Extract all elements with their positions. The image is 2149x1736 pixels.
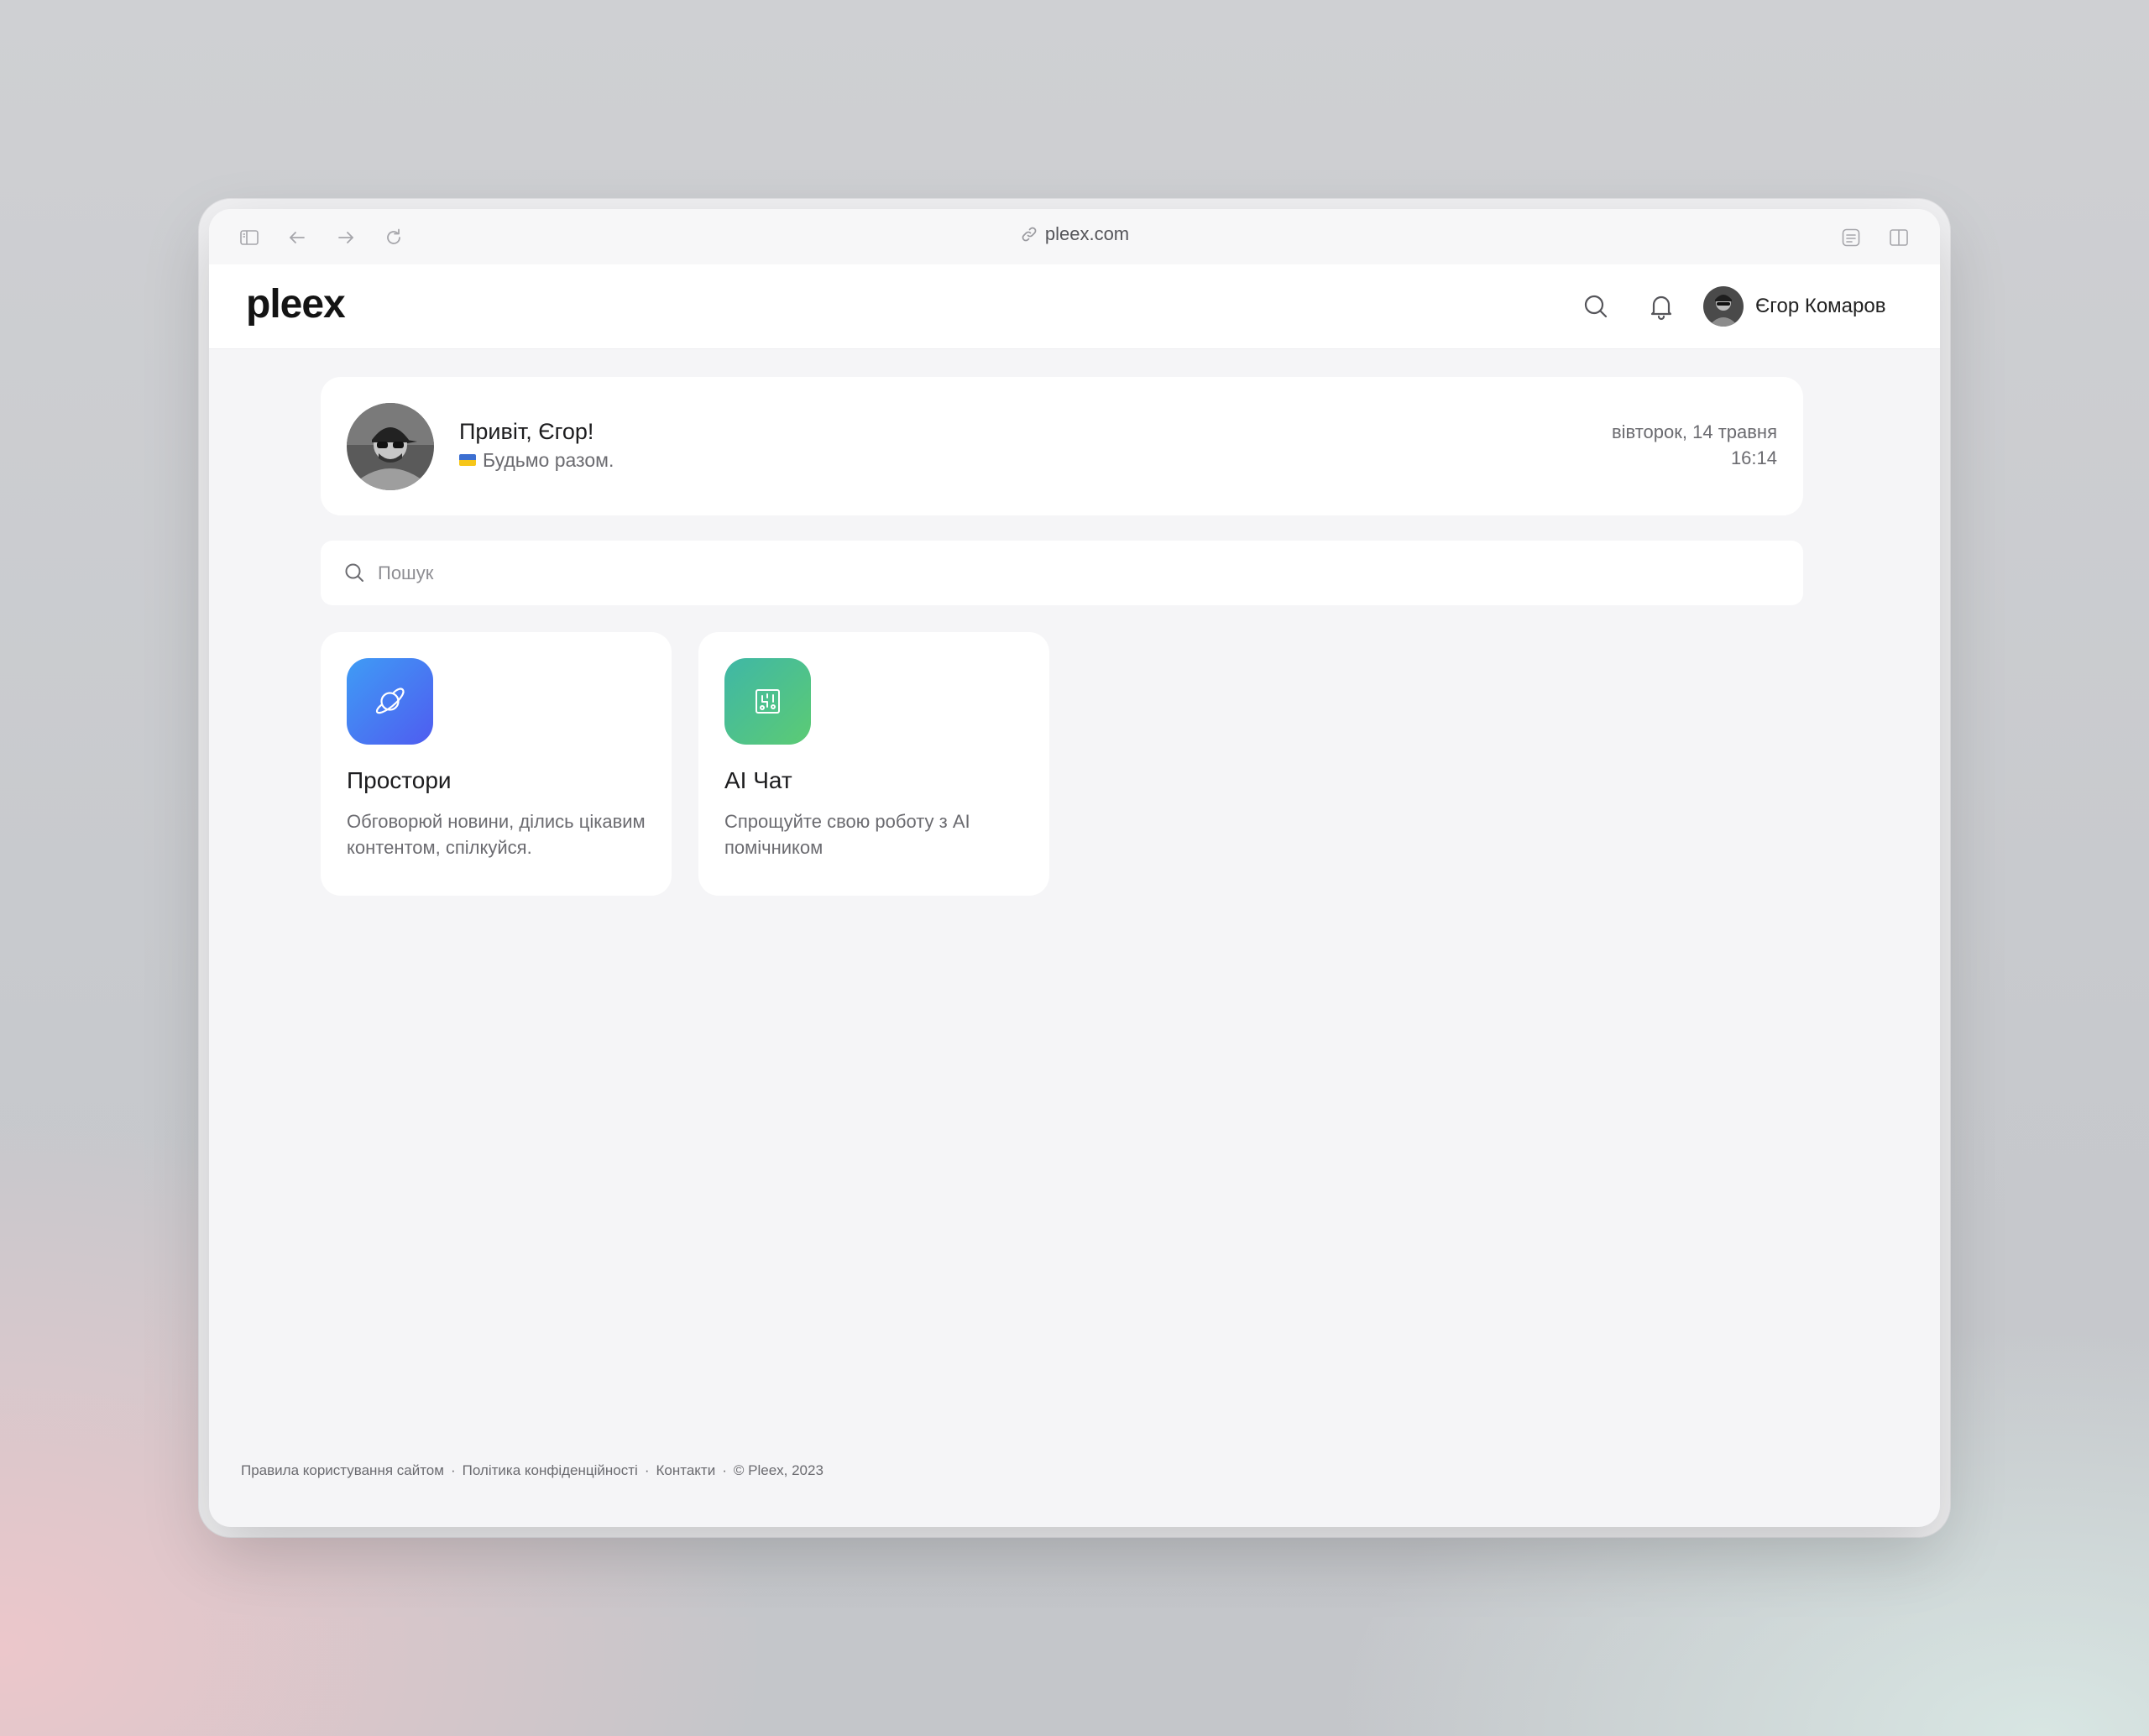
ai-chip-icon (756, 689, 780, 714)
footer-links: Правила користування сайтом · Політика кон… (241, 1462, 824, 1479)
bell-icon[interactable] (1646, 291, 1676, 322)
reader-icon[interactable] (1840, 227, 1862, 248)
app-title: AI Чат (724, 767, 792, 793)
greeting-subtitle: Будьмо разом. (459, 449, 614, 472)
app-title: Простори (347, 767, 452, 793)
greeting-subtitle-text: Будьмо разом. (483, 449, 614, 471)
app-description: Спрощуйте свою роботу з AI помічником (724, 811, 970, 858)
address-bar[interactable]: pleex.com (209, 223, 1940, 245)
app-icon-tile (724, 658, 811, 745)
profile-avatar[interactable] (347, 403, 434, 490)
site-logo[interactable]: pleex (246, 281, 346, 327)
browser-window: pleex.com pleex Єгор Комаров Привіт, Єго… (209, 209, 1940, 1527)
greeting-card: Привіт, Єгор! Будьмо разом. вівторок, 14… (321, 377, 1803, 515)
app-card-ai-chat[interactable]: AI Чат Спрощуйте свою роботу з AI помічн… (698, 632, 1049, 896)
url-text: pleex.com (1044, 223, 1130, 244)
footer-contacts-link[interactable]: Контакти (656, 1462, 715, 1479)
user-avatar[interactable] (1703, 286, 1744, 327)
footer-terms-link[interactable]: Правила користування сайтом (241, 1462, 444, 1479)
separator: · (450, 1462, 456, 1478)
site-header: pleex Єгор Комаров (209, 264, 1940, 349)
footer-privacy-link[interactable]: Політика конфіденційності (463, 1462, 638, 1479)
app-card-spaces[interactable]: Простори Обговорюй новини, ділись цікави… (321, 632, 672, 896)
search-input[interactable] (376, 556, 1723, 591)
search-icon (342, 561, 366, 584)
current-time: 16:14 (1730, 447, 1777, 468)
search-bar[interactable] (321, 541, 1803, 605)
split-view-icon[interactable] (1888, 227, 1910, 248)
current-date: вівторок, 14 травня (1611, 421, 1777, 442)
link-icon (1020, 225, 1038, 243)
separator: · (644, 1462, 650, 1478)
search-icon[interactable] (1581, 291, 1611, 322)
app-description: Обговорюй новини, ділись цікавим контент… (347, 811, 646, 858)
greeting-title: Привіт, Єгор! (459, 419, 594, 444)
browser-toolbar: pleex.com (209, 209, 1940, 265)
separator: · (722, 1462, 727, 1478)
footer-copyright: © Pleex, 2023 (733, 1462, 824, 1478)
date-time: вівторок, 14 травня 16:14 (1612, 419, 1777, 471)
ukraine-flag-icon (459, 454, 476, 466)
user-name[interactable]: Єгор Комаров (1755, 295, 1885, 318)
app-icon-tile (347, 658, 433, 745)
planet-icon (375, 688, 405, 714)
